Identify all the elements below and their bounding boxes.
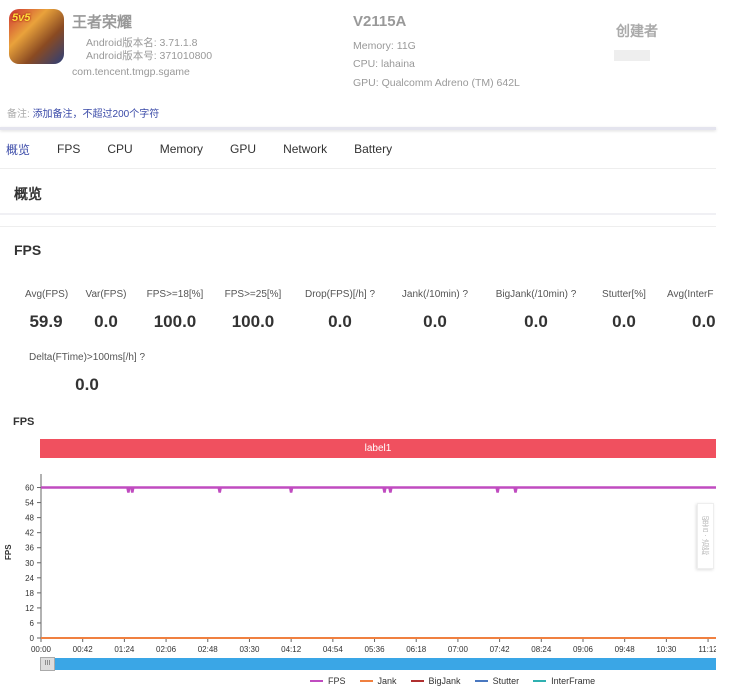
x-tick-label: 03:30	[239, 645, 260, 654]
legend-swatch	[533, 680, 547, 682]
metric-avg-fps: Avg(FPS) 59.9	[25, 289, 69, 331]
x-tick-label: 01:24	[114, 645, 135, 654]
x-tick-label: 09:48	[615, 645, 636, 654]
device-gpu: GPU: Qualcomm Adreno (TM) 642L	[353, 77, 520, 89]
metric-fps-ge-25: FPS>=25[%] 100.0	[224, 289, 282, 331]
x-tick-label: 10:30	[656, 645, 677, 654]
y-tick-label: 6	[30, 619, 35, 628]
x-tick-label: 05:36	[365, 645, 386, 654]
tab-bar: 概览 FPS CPU Memory GPU Network Battery	[0, 130, 716, 168]
metric-var-fps: Var(FPS) 0.0	[85, 289, 127, 331]
tab-overview[interactable]: 概览	[6, 141, 30, 158]
legend-bigjank[interactable]: BigJank	[410, 676, 461, 686]
metric-bigjank: BigJank(/10min) ? 0.0	[495, 289, 577, 331]
x-tick-label: 00:42	[73, 645, 94, 654]
legend-swatch	[410, 680, 424, 682]
y-tick-label: 24	[25, 574, 34, 583]
metric-stutter: Stutter[%] 0.0	[602, 289, 646, 331]
y-axis-label: FPS	[4, 544, 13, 560]
legend-swatch	[310, 680, 323, 682]
legend-swatch	[359, 680, 373, 682]
y-tick-label: 0	[30, 634, 35, 643]
overview-title: 概览	[14, 186, 42, 202]
zoom-slider-handle[interactable]: III	[40, 657, 55, 671]
tab-memory[interactable]: Memory	[160, 142, 203, 156]
y-tick-label: 42	[25, 529, 34, 538]
tab-gpu[interactable]: GPU	[230, 142, 256, 156]
legend-stutter[interactable]: Stutter	[474, 676, 519, 686]
app-version-code: Android版本号: 371010800	[86, 50, 213, 62]
y-tick-label: 30	[25, 559, 34, 568]
chart-legend: FPS Jank BigJank Stutter InterFrame	[310, 676, 595, 686]
app-package: com.tencent.tmgp.sgame	[72, 66, 190, 78]
label-band[interactable]: label1	[40, 439, 716, 458]
tab-fps[interactable]: FPS	[57, 142, 80, 156]
metric-jank: Jank(/10min) ? 0.0	[401, 289, 469, 331]
device-model: V2115A	[353, 13, 407, 30]
zoom-slider[interactable]	[41, 658, 716, 670]
creator-value-redacted	[614, 50, 650, 61]
divider	[0, 168, 716, 169]
metric-fps-ge-18: FPS>=18[%] 100.0	[146, 289, 204, 331]
note-label: 备注:	[7, 109, 30, 120]
app-name: 王者荣耀	[72, 14, 133, 31]
x-tick-label: 11:12	[698, 645, 716, 654]
fps-section-title: FPS	[14, 242, 42, 258]
tab-battery[interactable]: Battery	[354, 142, 392, 156]
divider	[0, 213, 716, 215]
legend-swatch	[474, 680, 488, 682]
metric-drop-fps: Drop(FPS)[/h] ? 0.0	[304, 289, 376, 331]
fps-chart: 0 6 12 18 24 30 36 42 48 54 60 00:00 00:42 01:24 02:06…	[25, 474, 716, 654]
legend-fps[interactable]: FPS	[310, 676, 346, 686]
tab-cpu[interactable]: CPU	[107, 142, 132, 156]
y-tick-label: 48	[25, 514, 34, 523]
x-tick-label: 02:48	[198, 645, 219, 654]
tab-network[interactable]: Network	[283, 142, 327, 156]
x-tick-label: 09:06	[573, 645, 594, 654]
device-memory: Memory: 11G	[353, 40, 416, 52]
chart-title: FPS	[13, 416, 35, 428]
x-tick-label: 00:00	[31, 645, 52, 654]
x-tick-label: 04:54	[323, 645, 344, 654]
add-note-link[interactable]: 添加备注，不超过200个字符	[33, 109, 160, 120]
divider	[0, 226, 716, 227]
y-tick-label: 18	[25, 589, 34, 598]
y-tick-label: 60	[25, 484, 34, 493]
y-tick-label: 54	[25, 499, 34, 508]
x-tick-label: 06:18	[406, 645, 427, 654]
x-tick-label: 07:00	[448, 645, 469, 654]
x-tick-label: 04:12	[281, 645, 302, 654]
y-tick-label: 36	[25, 544, 34, 553]
creator-label: 创建者	[616, 23, 658, 39]
side-panel-tab[interactable]: 留言 · 追踪	[697, 503, 714, 569]
device-cpu: CPU: lahaina	[353, 58, 415, 70]
legend-jank[interactable]: Jank	[359, 676, 397, 686]
app-icon: 5v5	[9, 9, 64, 64]
y-tick-label: 12	[25, 604, 34, 613]
series-line-fps	[41, 486, 716, 493]
legend-interframe[interactable]: InterFrame	[533, 676, 595, 686]
x-tick-label: 07:42	[490, 645, 511, 654]
metric-delta-ftime: Delta(FTime)>100ms[/h] ? 0.0	[28, 352, 146, 394]
x-tick-label: 08:24	[531, 645, 552, 654]
x-tick-label: 02:06	[156, 645, 177, 654]
metric-avg-interframe: Avg(InterF 0.0	[667, 289, 716, 331]
